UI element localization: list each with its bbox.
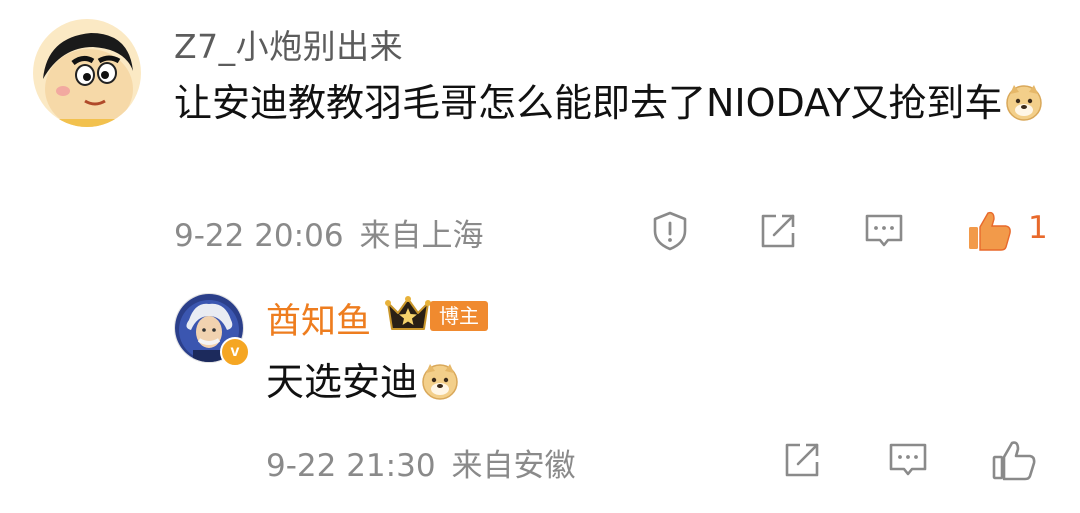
reply-date: 9-22 21:30: [266, 448, 436, 484]
comment-location: 来自上海: [359, 218, 484, 254]
doge-emoji-icon: [420, 361, 460, 401]
reply-meta: 9-22 21:30 来自安徽: [266, 440, 576, 485]
comment-text-content: 让安迪教教羽毛哥怎么能即去了NIODAY又抢到车: [174, 81, 1003, 125]
reply-text-content: 天选安迪: [266, 360, 419, 404]
like-count: 1: [1028, 210, 1048, 246]
reply-text: 天选安迪: [266, 356, 460, 408]
crown-icon: [384, 293, 432, 335]
blogger-badge: 博主: [430, 301, 488, 331]
repost-icon[interactable]: [756, 209, 800, 253]
comment-meta: 9-22 20:06 来自上海: [174, 210, 484, 255]
replier-username[interactable]: 酋知鱼: [266, 293, 371, 344]
commenter-username[interactable]: Z7_小炮别出来: [174, 20, 403, 68]
verified-badge-icon: v: [220, 337, 250, 367]
reply-location: 来自安徽: [451, 448, 576, 484]
replier-avatar[interactable]: v: [174, 293, 250, 367]
doge-emoji-icon: [1004, 80, 1044, 121]
repost-icon[interactable]: [780, 438, 824, 482]
comment-date: 9-22 20:06: [174, 218, 344, 254]
reply-icon[interactable]: [886, 438, 930, 482]
commenter-avatar[interactable]: [33, 19, 141, 127]
like-icon[interactable]: [966, 207, 1014, 255]
like-icon[interactable]: [990, 436, 1038, 484]
report-icon[interactable]: [648, 209, 692, 253]
comment-text: 让安迪教教羽毛哥怎么能即去了NIODAY又抢到车: [174, 74, 1054, 132]
reply-icon[interactable]: [862, 209, 906, 253]
